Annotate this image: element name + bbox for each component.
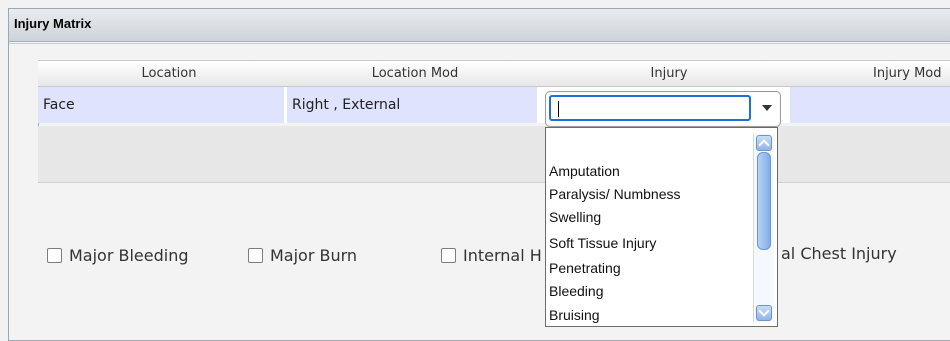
- dropdown-option-amputation[interactable]: Amputation: [549, 163, 620, 179]
- checkbox-label-partial-chest-injury: al Chest Injury: [781, 244, 897, 263]
- table-header: Location Location Mod Injury Injury Mod: [38, 60, 950, 87]
- panel-title-bar: Injury Matrix: [9, 9, 950, 42]
- checkbox-label-major-bleeding: Major Bleeding: [69, 246, 189, 265]
- table-row[interactable]: Face Right , External: [38, 87, 950, 123]
- dropdown-option-bruising[interactable]: Bruising: [549, 307, 600, 323]
- injury-combobox[interactable]: [545, 91, 781, 127]
- dropdown-option-swelling[interactable]: Swelling: [549, 209, 601, 225]
- text-caret: [558, 101, 559, 117]
- chevron-down-icon[interactable]: [762, 105, 772, 111]
- panel-title: Injury Matrix: [14, 16, 92, 31]
- injury-dropdown-list[interactable]: Amputation Paralysis/ Numbness Swelling …: [545, 127, 778, 327]
- dropdown-option-bleeding[interactable]: Bleeding: [549, 283, 604, 299]
- checkbox-label-major-burn: Major Burn: [270, 246, 358, 265]
- column-header-injury: Injury: [650, 66, 688, 81]
- dropdown-scrollbar[interactable]: [753, 134, 774, 322]
- table-empty-row-band: [38, 126, 950, 183]
- column-header-location: Location: [141, 66, 197, 81]
- location-cell[interactable]: Face: [38, 87, 284, 123]
- column-header-injury-mod: Injury Mod: [873, 66, 942, 81]
- injury-input[interactable]: [549, 95, 751, 121]
- dropdown-option-paralysis-numbness[interactable]: Paralysis/ Numbness: [549, 186, 681, 202]
- checkbox-icon[interactable]: [47, 248, 62, 263]
- checkbox-label-internal-h: Internal H: [463, 246, 542, 265]
- injury-mod-cell[interactable]: [790, 87, 950, 123]
- scrollbar-thumb[interactable]: [757, 152, 771, 250]
- checkbox-icon[interactable]: [441, 248, 456, 263]
- column-header-location-mod: Location Mod: [371, 66, 459, 81]
- scroll-down-icon[interactable]: [756, 305, 772, 321]
- injury-matrix-table: Location Location Mod Injury Injury Mod …: [38, 60, 950, 183]
- location-mod-cell[interactable]: Right , External: [287, 87, 537, 123]
- panel-divider: [9, 43, 950, 44]
- checkbox-icon[interactable]: [248, 248, 263, 263]
- scroll-up-icon[interactable]: [756, 135, 772, 151]
